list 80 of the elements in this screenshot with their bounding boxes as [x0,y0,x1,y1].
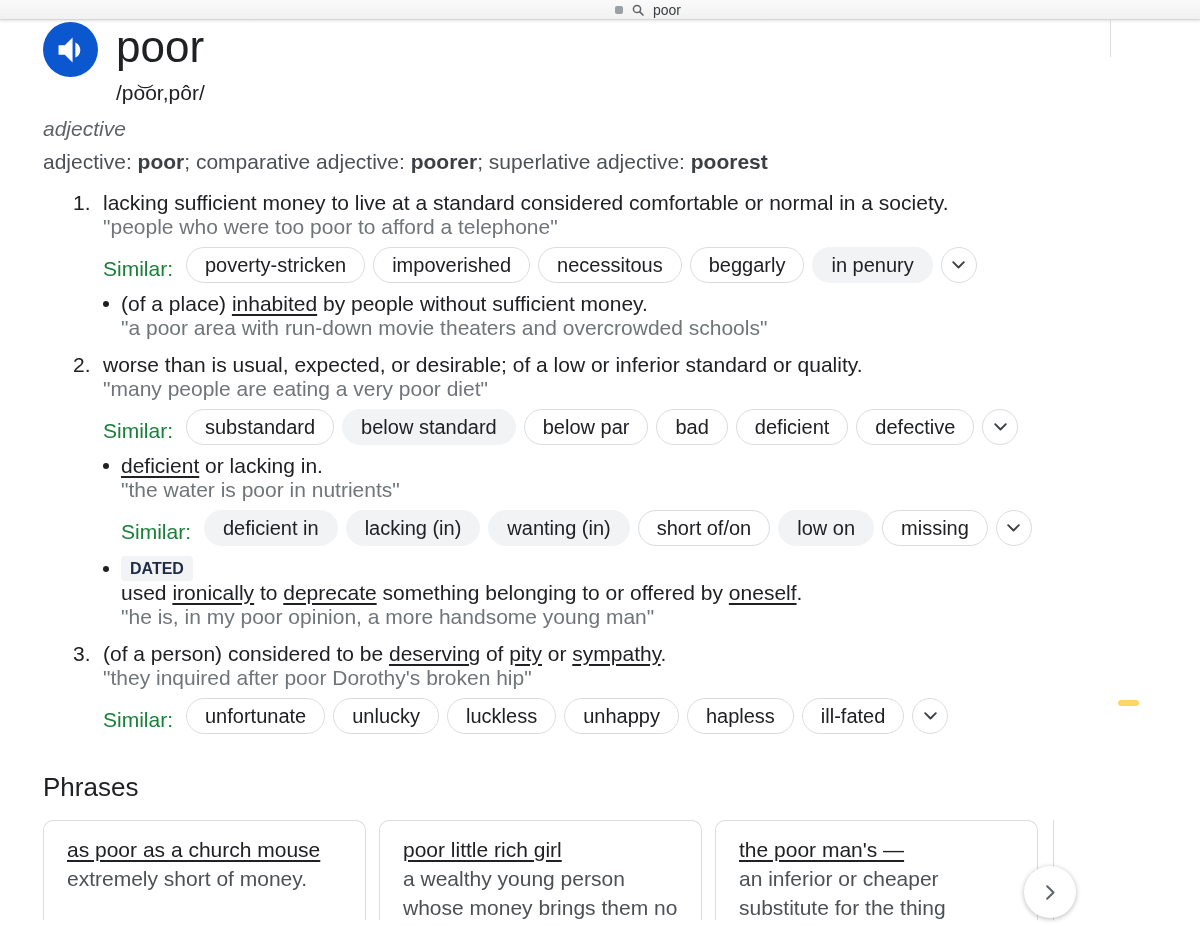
expand-button[interactable] [940,247,977,283]
chevron-down-icon [952,261,966,269]
synonym-chip[interactable]: necessitous [538,247,682,283]
definition-text: used ironically to deprecate something belonging to or offered by oneself. [121,581,803,605]
phrases-heading: Phrases [43,771,140,803]
headword: poor [116,21,205,73]
word-link[interactable]: pity [509,642,542,665]
chevron-down-icon [923,712,937,720]
synonym-chip[interactable]: poverty-stricken [186,247,366,283]
definition-text: (of a place) inhabited by people without sufficient money. [121,292,648,316]
synonym-chip[interactable]: beggarly [689,247,805,283]
phrase-link[interactable]: as poor as a church mouse [67,836,321,864]
word-link[interactable]: oneself [728,581,797,604]
search-icon [632,3,644,16]
bullet-icon [103,566,109,572]
phrase-meaning: extremely short of money. [67,866,308,892]
expand-button[interactable] [912,698,949,734]
word-link[interactable]: deserving [389,642,481,665]
expand-button[interactable] [982,409,1019,445]
word-link[interactable]: deficient [121,454,200,477]
square-icon [615,5,623,14]
synonym-chip[interactable]: wanting (in) [488,510,630,546]
synonym-chip[interactable]: in penury [812,247,933,283]
synonym-chip[interactable]: defective [856,409,975,445]
synonym-chip[interactable]: below standard [342,409,516,445]
word-link[interactable]: deprecate [283,581,377,604]
similar-label: Similar: [103,706,174,732]
similar-label: Similar: [103,417,174,443]
definition-text: (of a person) considered to be deserving of pity or sympathy. [103,642,667,666]
example-text: "people who were too poor to afford a telephone" [103,215,558,239]
similar-label: Similar: [103,255,174,281]
part-of-speech: adjective [43,117,127,141]
synonym-chip[interactable]: short of/on [637,510,771,546]
usage-label: DATED [121,556,193,581]
synonym-chip[interactable]: hapless [686,698,794,734]
word-link[interactable]: ironically [172,581,255,604]
synonym-chip[interactable]: luckless [447,698,557,734]
synonym-chip[interactable]: missing [882,510,988,546]
address-bar[interactable]: poor [0,0,1200,20]
example-text: "they inquired after poor Dorothy's broken hip" [103,666,532,690]
definition-text: deficient or lacking in. [121,454,323,478]
synonym-chip[interactable]: substandard [186,409,335,445]
chevron-right-icon [1045,884,1055,900]
word-forms-text: adjective: poor; comparative adjective: poorer; superlative adjective: poorest [43,150,769,174]
synonym-chip[interactable]: bad [656,409,728,445]
definition-text: worse than is usual, expected, or desirable; of a low or inferior standard or quality. [103,353,863,377]
synonym-chip[interactable]: low on [778,510,875,546]
example-text: "a poor area with run-down movie theaters and overcrowded schools" [121,316,768,340]
synonym-chip[interactable]: impoverished [373,247,531,283]
bullet-icon [103,301,109,307]
address-text: poor [653,1,681,18]
word-link[interactable]: sympathy [572,642,661,665]
sense-number: 1. [73,191,91,215]
dash-mark-icon [1118,700,1139,706]
phrase-meaning: an inferior or cheaper substitute for the thing [739,866,947,921]
expand-button[interactable] [995,510,1032,546]
example-text: "he is, in my poor opinion, a more handsome young man" [121,605,655,629]
synonym-chip[interactable]: deficient [735,409,849,445]
play-pronunciation-button[interactable] [43,22,98,77]
phrase-link[interactable]: poor little rich girl [403,836,562,864]
sense-number: 2. [73,353,91,377]
synonym-chip[interactable]: unhappy [564,698,679,734]
example-text: "the water is poor in nutrients" [121,478,400,502]
synonym-chip[interactable]: unfortunate [186,698,326,734]
chevron-down-icon [1007,524,1021,532]
synonym-chip[interactable]: below par [523,409,649,445]
phrase-link[interactable]: the poor man's — [739,836,905,864]
synonym-chip[interactable]: ill-fated [801,698,905,734]
word-link[interactable]: inhabited [231,292,318,315]
synonym-chip[interactable]: deficient in [204,510,338,546]
synonym-chip[interactable]: lacking (in) [345,510,481,546]
synonym-chip[interactable]: unlucky [333,698,439,734]
bullet-icon [103,463,109,469]
similar-label: Similar: [121,518,192,544]
phrase-meaning: a wealthy young person whose money brings them no [403,866,679,921]
example-text: "many people are eating a very poor diet" [103,377,488,401]
chevron-down-icon [993,423,1007,431]
sense-number: 3. [73,642,91,666]
pronunciation-text: /po͝or,pôr/ [116,81,205,105]
definition-text: lacking sufficient money to live at a standard considered comfortable or normal in a society. [103,191,949,215]
